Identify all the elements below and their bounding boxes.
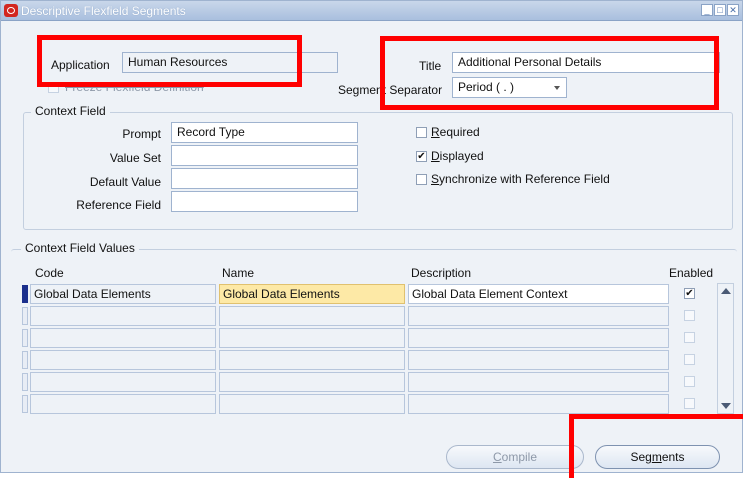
enabled-checkbox[interactable]: [684, 332, 695, 343]
segment-separator-label: Segment Separator: [338, 83, 443, 97]
application-field[interactable]: Human Resources: [122, 52, 338, 73]
required-label: Required: [431, 125, 480, 139]
segment-separator-select[interactable]: Period ( . ): [452, 77, 567, 98]
prompt-field[interactable]: Record Type: [171, 122, 358, 143]
title-bar: Descriptive Flexfield Segments _ □ ✕: [1, 1, 742, 21]
cell-name[interactable]: [219, 306, 405, 326]
cell-name[interactable]: Global Data Elements: [219, 284, 405, 304]
cell-description[interactable]: [408, 372, 669, 392]
reference-field-field[interactable]: [171, 191, 358, 212]
row-indicator[interactable]: [22, 351, 28, 369]
column-header-name: Name: [222, 266, 255, 280]
close-icon[interactable]: ✕: [727, 4, 739, 16]
minimize-icon[interactable]: _: [701, 4, 713, 16]
cell-code[interactable]: [30, 350, 216, 370]
scroll-up-icon[interactable]: [721, 288, 731, 294]
column-header-description: Description: [411, 266, 472, 280]
enabled-checkbox[interactable]: ✔: [684, 288, 695, 299]
displayed-label: Displayed: [431, 149, 484, 163]
row-indicator[interactable]: [22, 307, 28, 325]
value-set-field[interactable]: [171, 145, 358, 166]
column-header-enabled: Enabled: [669, 266, 714, 280]
default-value-label: Default Value: [89, 175, 161, 189]
annotation-box-title: [380, 36, 719, 110]
context-field-values-title: Context Field Values: [21, 241, 139, 255]
cell-description[interactable]: [408, 394, 669, 414]
enabled-checkbox[interactable]: [684, 398, 695, 409]
cell-code[interactable]: Global Data Elements: [30, 284, 216, 304]
prompt-label: Prompt: [122, 127, 161, 141]
cell-description[interactable]: [408, 306, 669, 326]
default-value-field[interactable]: [171, 168, 358, 189]
cell-name[interactable]: [219, 394, 405, 414]
oracle-app-icon: [4, 4, 18, 17]
context-field-title: Context Field: [31, 104, 110, 118]
column-header-code: Code: [35, 266, 64, 280]
row-indicator[interactable]: [22, 329, 28, 347]
value-set-label: Value Set: [109, 151, 161, 165]
scroll-down-icon[interactable]: [721, 403, 731, 409]
window-title: Descriptive Flexfield Segments: [21, 4, 186, 18]
application-label: Application: [51, 58, 110, 72]
cell-description[interactable]: Global Data Element Context: [408, 284, 669, 304]
cell-name[interactable]: [219, 328, 405, 348]
freeze-flexfield-label: Freeze Flexfield Definition: [65, 80, 204, 94]
cell-code[interactable]: [30, 328, 216, 348]
row-indicator[interactable]: [22, 285, 28, 303]
compile-button[interactable]: Compile: [446, 445, 584, 469]
chevron-down-icon: [554, 86, 560, 90]
enabled-checkbox[interactable]: [684, 376, 695, 387]
title-label: Title: [419, 59, 442, 73]
segments-button[interactable]: Segments: [595, 445, 720, 469]
cell-description[interactable]: [408, 350, 669, 370]
cell-description[interactable]: [408, 328, 669, 348]
reference-field-label: Reference Field: [76, 198, 161, 212]
displayed-checkbox[interactable]: ✔: [416, 151, 427, 162]
synchronize-label: Synchronize with Reference Field: [431, 172, 610, 186]
cell-code[interactable]: [30, 394, 216, 414]
required-checkbox[interactable]: [416, 127, 427, 138]
cell-code[interactable]: [30, 372, 216, 392]
freeze-flexfield-checkbox[interactable]: [48, 82, 59, 93]
maximize-icon[interactable]: □: [714, 4, 726, 16]
descriptive-flexfield-window: Descriptive Flexfield Segments _ □ ✕ App…: [0, 0, 743, 478]
title-field[interactable]: Additional Personal Details: [452, 52, 720, 73]
row-indicator[interactable]: [22, 395, 28, 413]
enabled-checkbox[interactable]: [684, 354, 695, 365]
cell-name[interactable]: [219, 350, 405, 370]
table-scrollbar[interactable]: [717, 283, 734, 414]
row-indicator[interactable]: [22, 373, 28, 391]
synchronize-checkbox[interactable]: [416, 174, 427, 185]
enabled-checkbox[interactable]: [684, 310, 695, 321]
cell-code[interactable]: [30, 306, 216, 326]
cell-name[interactable]: [219, 372, 405, 392]
segment-separator-value: Period ( . ): [458, 80, 515, 94]
